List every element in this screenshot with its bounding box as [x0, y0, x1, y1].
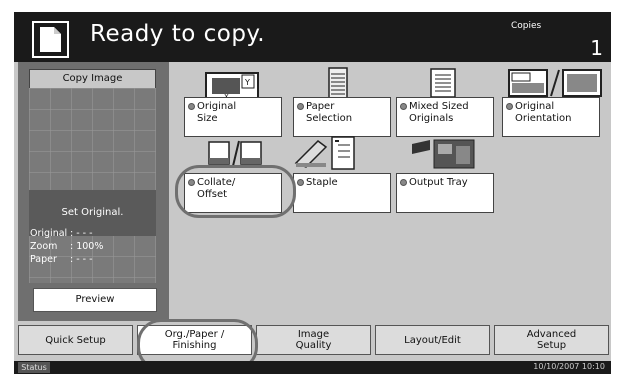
original-orientation-button[interactable]: Original Orientation	[502, 97, 600, 137]
status-dot-icon	[400, 179, 407, 186]
paper-value: : - - -	[70, 254, 93, 265]
copies-count: 1	[590, 36, 603, 60]
original-value: : - - -	[70, 228, 93, 239]
paper-selection-button[interactable]: Paper Selection	[293, 97, 391, 137]
paper-key: Paper	[30, 254, 57, 265]
staple-button[interactable]: Staple	[293, 173, 391, 213]
output-tray-icon	[412, 139, 475, 169]
mixed-sized-originals-icon	[430, 68, 456, 98]
copy-image-panel: Copy Image Set Original. Original: - - -…	[18, 62, 169, 321]
status-bar: Status 10/10/2007 10:10	[14, 361, 611, 374]
tab-advanced-setup[interactable]: Advanced Setup	[494, 325, 609, 355]
original-key: Original	[30, 228, 68, 239]
zoom-key: Zoom	[30, 241, 58, 252]
mixed-sized-originals-button[interactable]: Mixed Sized Originals	[396, 97, 494, 137]
status-dot-icon	[400, 103, 407, 110]
original-size-button[interactable]: Original Size	[184, 97, 282, 137]
status-dot-icon	[506, 103, 513, 110]
zoom-value: : 100%	[70, 241, 104, 252]
status-dot-icon	[188, 103, 195, 110]
staple-icon	[294, 136, 355, 170]
paper-selection-icon	[328, 67, 348, 99]
preview-button[interactable]: Preview	[33, 288, 157, 312]
status-dot-icon	[297, 179, 304, 186]
copy-document-icon	[32, 21, 69, 58]
status-dot-icon	[297, 103, 304, 110]
output-tray-button[interactable]: Output Tray	[396, 173, 494, 213]
date-time: 10/10/2007 10:10	[533, 362, 605, 371]
tab-quick-setup[interactable]: Quick Setup	[18, 325, 133, 355]
zoom-info: Zoom : 100%	[30, 240, 103, 253]
paper-info: Paper : - - -	[30, 253, 93, 266]
tab-layout-edit[interactable]: Layout/Edit	[375, 325, 490, 355]
status-title: Ready to copy.	[90, 21, 266, 47]
original-orientation-icon	[508, 69, 602, 97]
status-button[interactable]: Status	[18, 362, 50, 373]
copies-label: Copies	[511, 21, 542, 31]
header-bar: Ready to copy. Copies 1	[14, 12, 611, 62]
copy-image-label: Copy Image	[29, 69, 156, 89]
svg-text:Y: Y	[244, 78, 250, 87]
original-info: Original: - - -	[30, 227, 93, 240]
tab-image-quality[interactable]: Image Quality	[256, 325, 371, 355]
collate-offset-highlight	[175, 165, 296, 218]
